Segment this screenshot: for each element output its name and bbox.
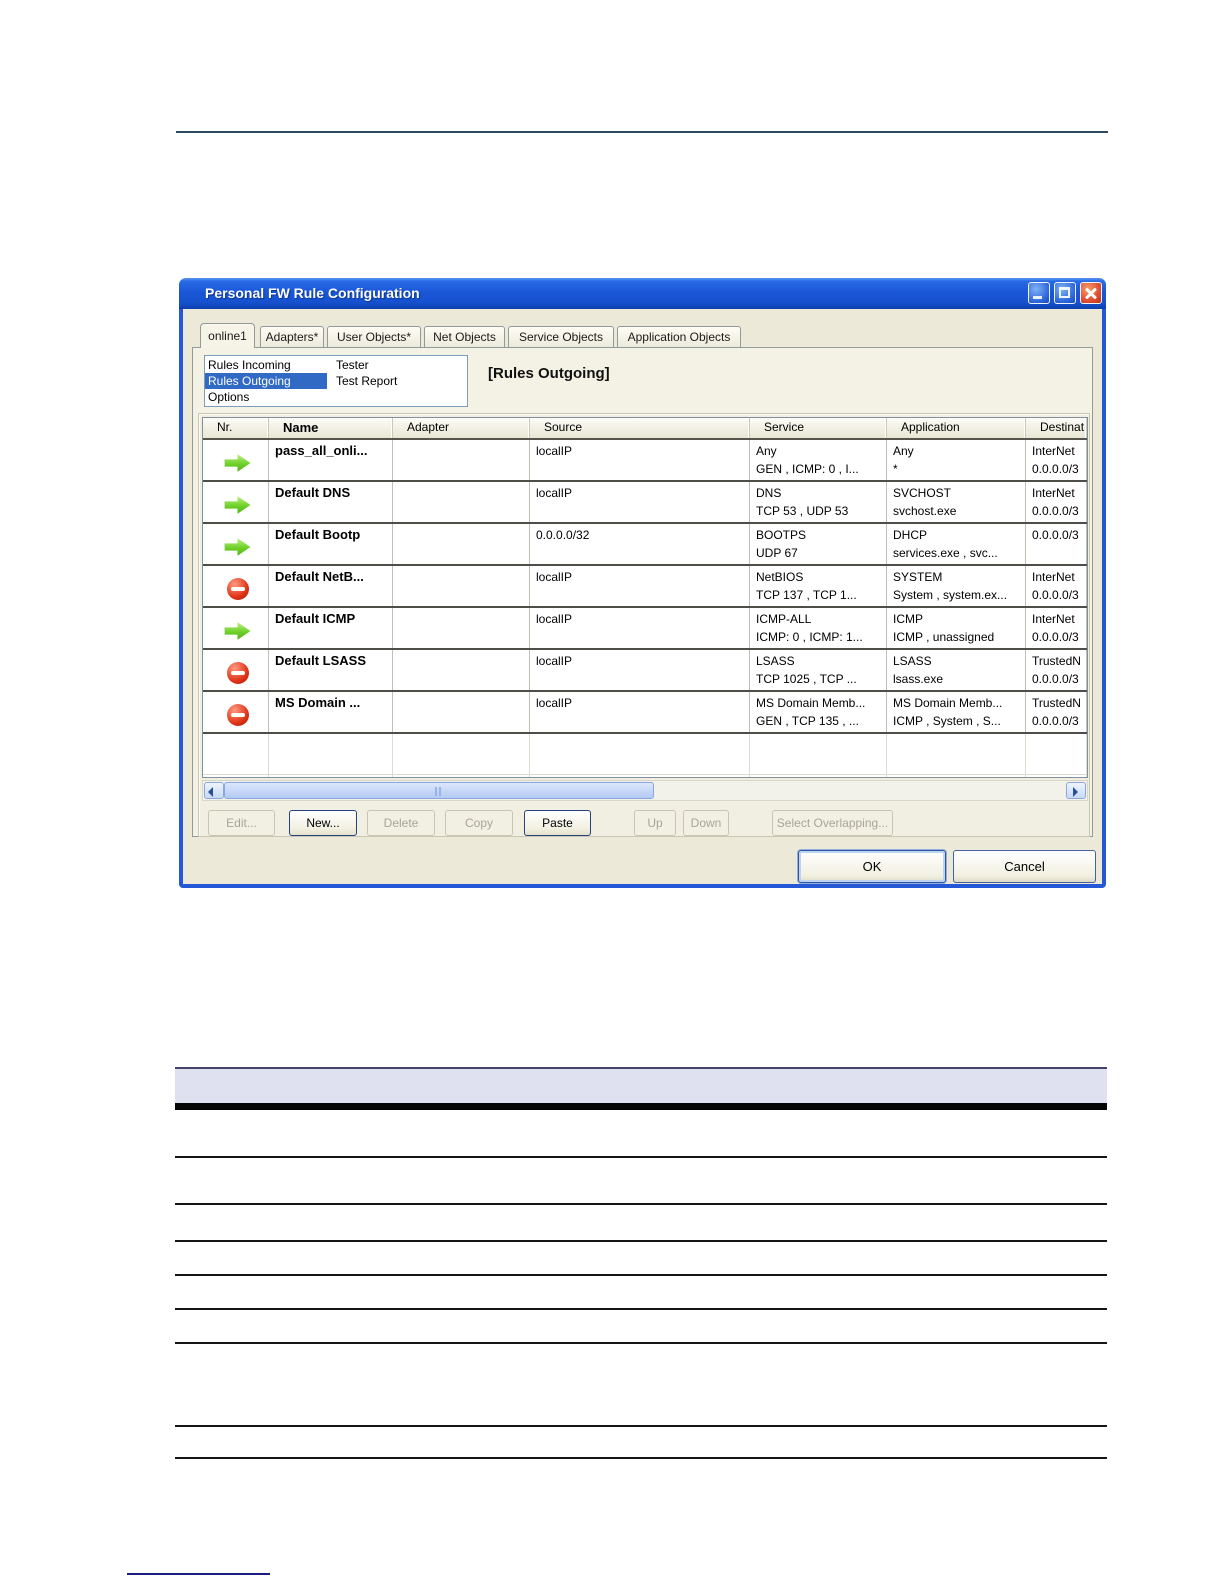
column-header-name[interactable]: Name (269, 418, 393, 438)
scrollbar-thumb[interactable] (224, 782, 654, 799)
minimize-icon[interactable] (1028, 282, 1050, 304)
column-header-source[interactable]: Source (530, 418, 750, 438)
nav-item-rules-incoming[interactable]: Rules Incoming (205, 357, 291, 373)
nav-item-options[interactable]: Options (205, 389, 249, 405)
table-row[interactable]: pass_all_onli... localIP Any GEN , ICMP: … (203, 440, 1087, 482)
allow-icon (224, 496, 251, 514)
doc-table-thick-border (175, 1103, 1107, 1110)
table-row[interactable]: Default DNS localIP DNS TCP 53 , UDP 53 S… (203, 482, 1087, 524)
table-header-row: Nr. Name Adapter Source Service Applicat… (203, 418, 1087, 440)
paste-button[interactable]: Paste (524, 810, 591, 836)
edit-button[interactable]: Edit... (208, 810, 275, 836)
table-row[interactable]: Default LSASS localIP LSASS TCP 1025 , TC… (203, 650, 1087, 692)
close-icon[interactable] (1080, 282, 1102, 304)
doc-table-row-line (175, 1308, 1107, 1310)
doc-table-header-band (175, 1067, 1107, 1105)
column-header-service[interactable]: Service (750, 418, 887, 438)
copy-button[interactable]: Copy (445, 810, 513, 836)
delete-button[interactable]: Delete (367, 810, 435, 836)
column-header-application[interactable]: Application (887, 418, 1026, 438)
page-top-rule (176, 131, 1108, 133)
down-button[interactable]: Down (683, 810, 729, 836)
up-button[interactable]: Up (634, 810, 676, 836)
new-button[interactable]: New... (289, 810, 357, 836)
deny-icon (226, 577, 249, 600)
scroll-left-icon[interactable] (204, 782, 224, 799)
nav-item-test-report[interactable]: Test Report (333, 373, 397, 389)
doc-table-row-line (175, 1203, 1107, 1205)
doc-table-row-line (175, 1274, 1107, 1276)
tab-online1[interactable]: online1 (200, 323, 255, 348)
doc-table-row-line (175, 1240, 1107, 1242)
doc-table-row-line (175, 1342, 1107, 1344)
scroll-right-icon[interactable] (1066, 782, 1086, 799)
tab-service-objects[interactable]: Service Objects (508, 326, 614, 347)
table-row[interactable]: Default NetB... localIP NetBIOS TCP 137 ,… (203, 566, 1087, 608)
tab-application-objects[interactable]: Application Objects (617, 326, 741, 347)
nav-item-tester[interactable]: Tester (333, 357, 369, 373)
column-header-destination[interactable]: Destinat (1026, 418, 1087, 438)
ok-button[interactable]: OK (798, 850, 946, 883)
select-overlapping-button[interactable]: Select Overlapping... (772, 810, 893, 836)
allow-icon (224, 622, 251, 640)
tab-user-objects[interactable]: User Objects* (327, 326, 421, 347)
nav-item-rules-outgoing[interactable]: Rules Outgoing (205, 373, 327, 389)
doc-table-row-line (175, 1156, 1107, 1158)
table-row[interactable]: Default ICMP localIP ICMP-ALL ICMP: 0 , I… (203, 608, 1087, 650)
deny-icon (226, 661, 249, 684)
doc-table-row-line (175, 1425, 1107, 1427)
tab-net-objects[interactable]: Net Objects (424, 326, 505, 347)
column-header-adapter[interactable]: Adapter (393, 418, 530, 438)
maximize-icon[interactable] (1054, 282, 1076, 304)
horizontal-scrollbar[interactable] (202, 780, 1088, 801)
tab-adapters[interactable]: Adapters* (260, 326, 324, 347)
allow-icon (224, 538, 251, 556)
deny-icon (226, 703, 249, 726)
rules-table: Nr. Name Adapter Source Service Applicat… (202, 417, 1088, 778)
doc-table-row-line (175, 1457, 1107, 1459)
titlebar[interactable]: Personal FW Rule Configuration (179, 278, 1106, 309)
table-row[interactable]: MS Domain ... localIP MS Domain Memb... G… (203, 692, 1087, 734)
document-page: Personal FW Rule Configuration online1 A… (0, 0, 1224, 1584)
allow-icon (224, 454, 251, 472)
empty-table-row (203, 775, 1087, 777)
empty-table-row (203, 734, 1087, 775)
tab-page-online1: Rules Incoming Rules Outgoing Options Te… (192, 347, 1093, 837)
footer-link-underline[interactable] (127, 1573, 270, 1575)
window-title: Personal FW Rule Configuration (205, 285, 420, 301)
column-header-nr[interactable]: Nr. (203, 418, 269, 438)
table-row[interactable]: Default Bootp 0.0.0.0/32 BOOTPS UDP 67 DH… (203, 524, 1087, 566)
fw-rule-configuration-dialog: Personal FW Rule Configuration online1 A… (179, 278, 1106, 888)
section-title: [Rules Outgoing] (488, 365, 610, 382)
rules-panel: Nr. Name Adapter Source Service Applicat… (198, 413, 1090, 837)
rules-nav-list[interactable]: Rules Incoming Rules Outgoing Options Te… (204, 355, 468, 407)
cancel-button[interactable]: Cancel (953, 850, 1096, 883)
